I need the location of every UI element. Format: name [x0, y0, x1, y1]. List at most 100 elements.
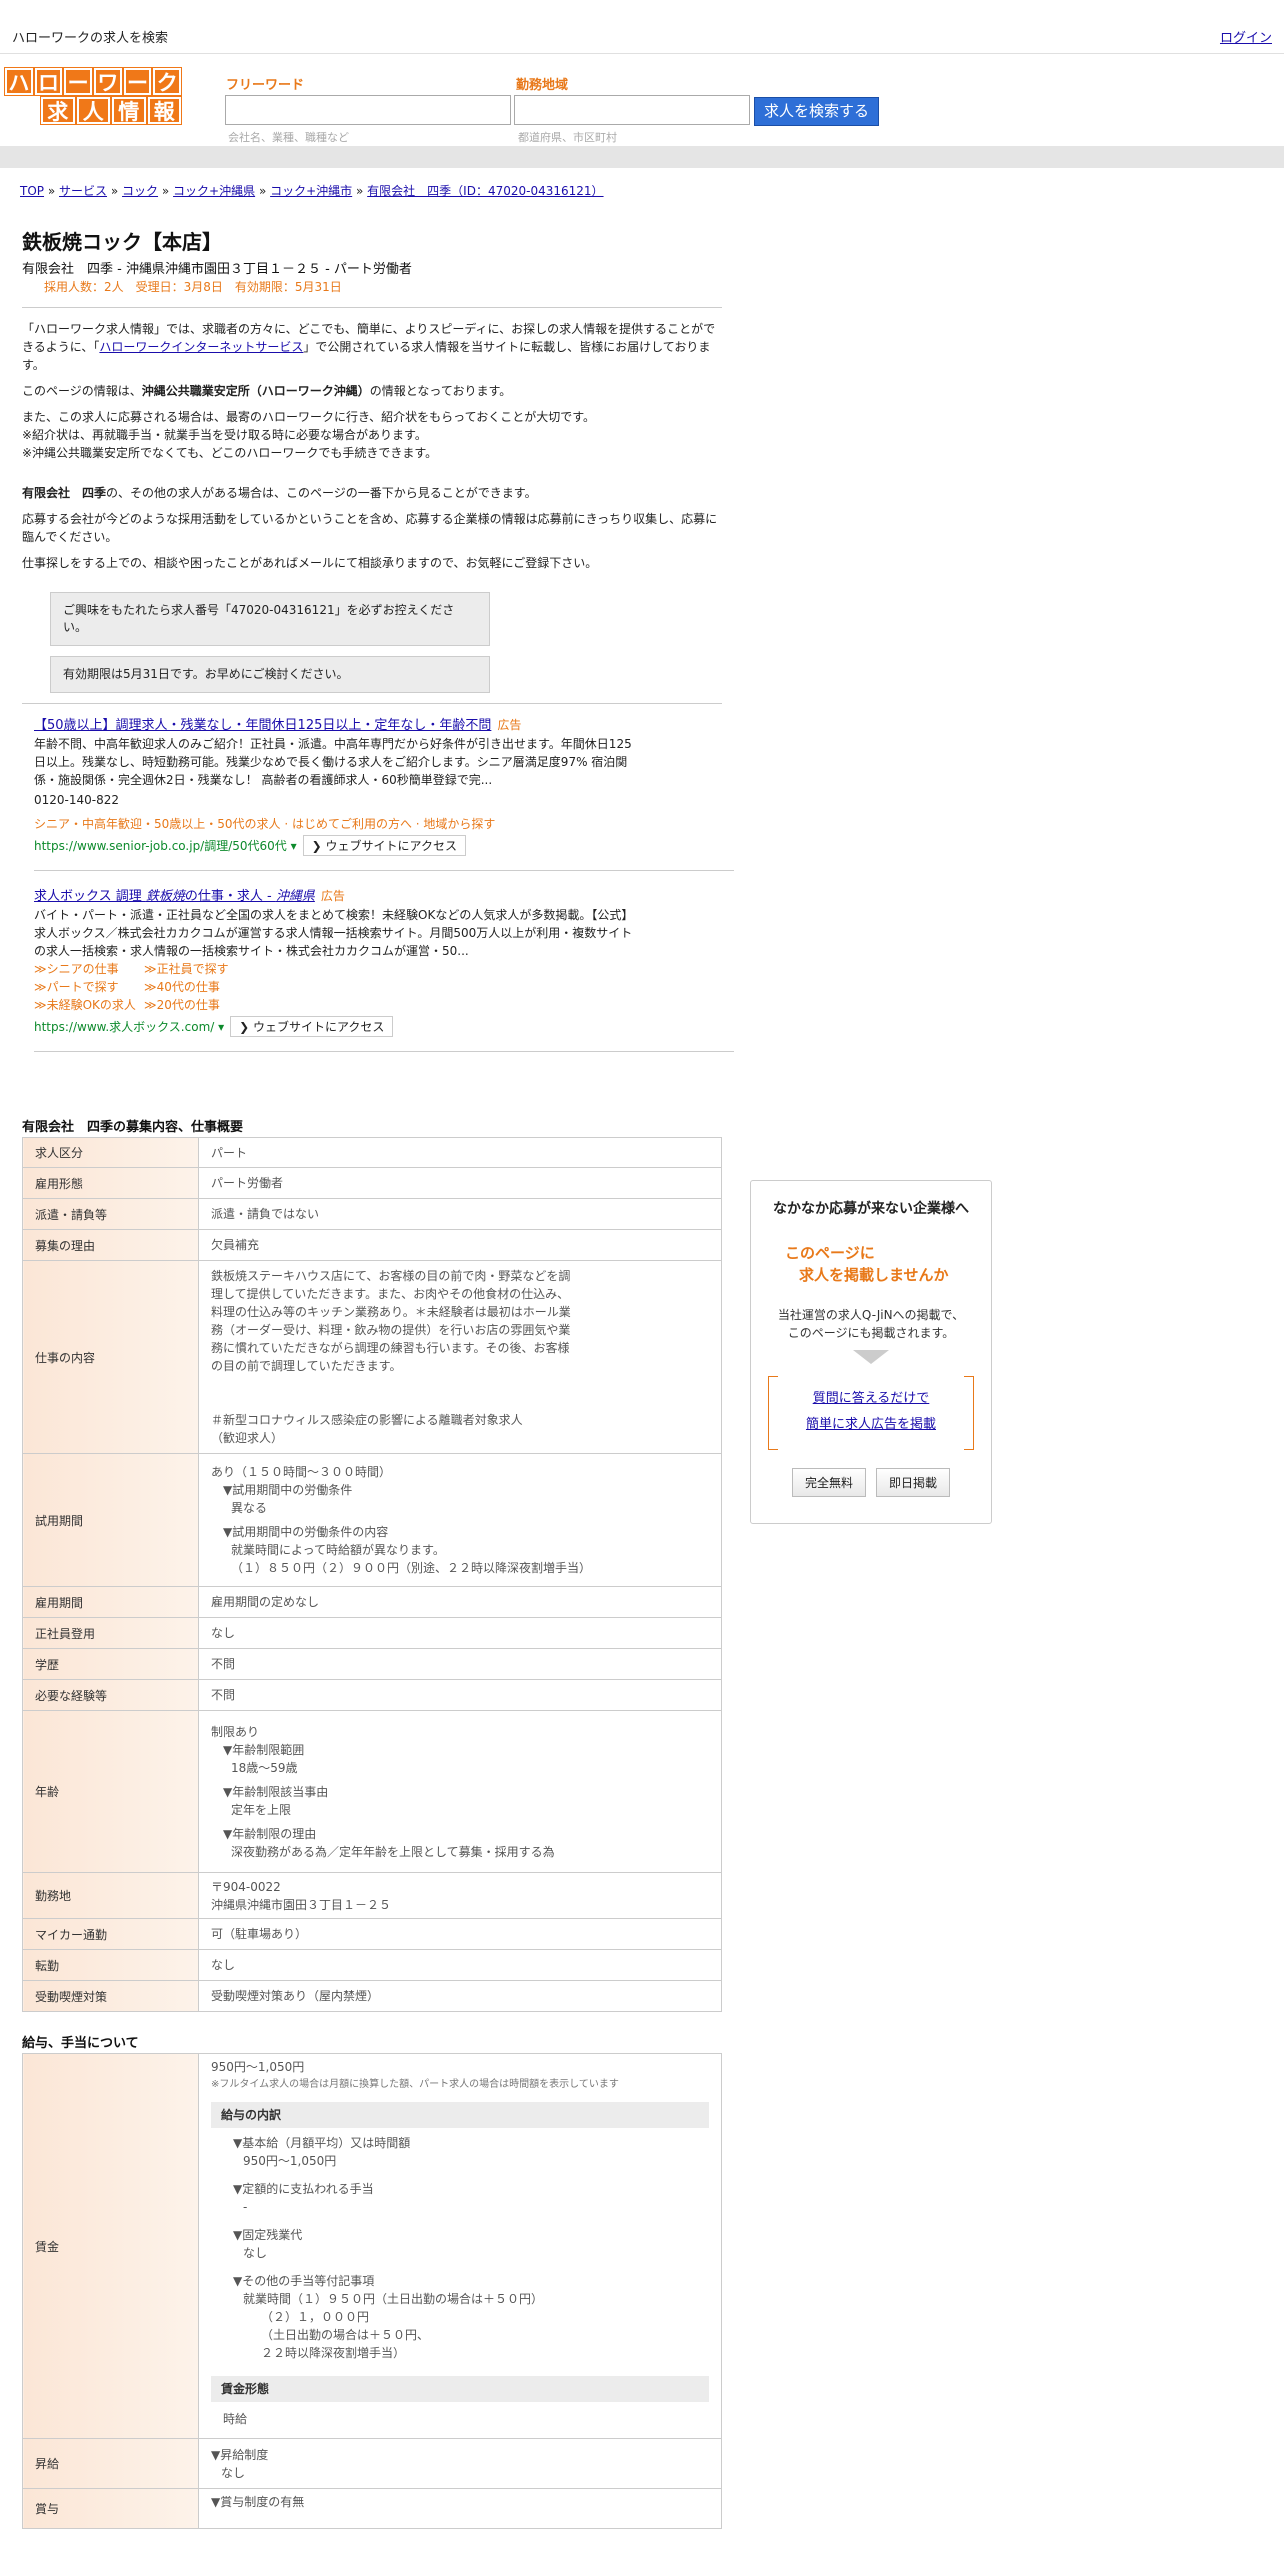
- area-hint: 都道府県、市区町村: [518, 131, 617, 144]
- table-row: 試用期間 あり（１５０時間～３００時間） ▼試用期間中の労働条件 異なる ▼試用…: [22, 1453, 722, 1587]
- job-content: 鉄板焼ステーキハウス店にて、お客様の目の前で肉・野菜などを調 理して提供していただ…: [198, 1260, 722, 1454]
- ad-url[interactable]: https://www.senior-job.co.jp/調理/50代60代: [34, 839, 287, 853]
- freeword-input[interactable]: [225, 95, 511, 125]
- table-row: 仕事の内容 鉄板焼ステーキハウス店にて、お客様の目の前で肉・野菜などを調 理して提…: [22, 1260, 722, 1454]
- row-value: 可（駐車場あり）: [198, 1918, 722, 1950]
- row-label: 必要な経験等: [22, 1679, 199, 1711]
- ad-sitelink[interactable]: ≫20代の仕事: [144, 996, 284, 1014]
- table-row: 転勤 なし: [22, 1949, 722, 1981]
- ad-sitelinks: ≫シニアの仕事 ≫正社員で探す ≫パートで探す ≫40代の仕事 ≫未経験OKの求…: [34, 960, 734, 1014]
- logo-char: ワ: [93, 67, 123, 96]
- ad-title-link[interactable]: 【50歳以上】調理求人・残業なし・年間休日125日以上・定年なし・年齢不問: [34, 718, 491, 733]
- breadcrumb-link[interactable]: コック+沖縄県: [173, 184, 255, 198]
- row-label: 転勤: [22, 1949, 199, 1981]
- chevron-down-icon[interactable]: ▾: [218, 1020, 224, 1034]
- free-badge[interactable]: 完全無料: [791, 1468, 866, 1497]
- logo[interactable]: ハ ロ ー ワ ー ク 求 人 情 報: [4, 67, 183, 126]
- work-location: 〒904-0022 沖縄県沖縄市園田３丁目１－２５: [198, 1872, 722, 1919]
- row-label: 雇用形態: [22, 1167, 199, 1199]
- answer-questions-link[interactable]: 質問に答えるだけで: [769, 1386, 973, 1412]
- row-label: 派遣・請負等: [22, 1198, 199, 1230]
- table-row: 学歴 不問: [22, 1648, 722, 1680]
- row-value: 雇用期間の定めなし: [198, 1586, 722, 1618]
- arrow-down-icon: [853, 1350, 889, 1364]
- row-label: 正社員登用: [22, 1617, 199, 1649]
- search-button[interactable]: 求人を検索する: [754, 97, 879, 126]
- intro-paragraph: 「ハローワーク求人情報」では、求職者の方々に、どこでも、簡単に、よりスピーディに…: [22, 322, 716, 372]
- row-label: 雇用期間: [22, 1586, 199, 1618]
- side-box-catch: このページに 求人を掲載しませんか: [785, 1244, 949, 1284]
- notice-job-number: ご興味をもたれたら求人番号「47020-04316121」を必ずお控えください。: [50, 592, 490, 646]
- side-box-links: 質問に答えるだけで 簡単に求人広告を掲載: [768, 1376, 974, 1450]
- logo-char: ー: [122, 67, 153, 96]
- row-label: 募集の理由: [22, 1229, 199, 1261]
- row-label: マイカー通勤: [22, 1918, 199, 1950]
- post-job-ad-link[interactable]: 簡単に求人広告を掲載: [769, 1412, 973, 1438]
- ad-sitelinks[interactable]: シニア・中高年歓迎・50歳以上・50代の求人 · はじめてご利用の方へ · 地域…: [34, 815, 734, 833]
- site-title: ハローワークの求人を検索: [12, 31, 169, 46]
- logo-char: 情: [111, 96, 147, 125]
- breadcrumb-link[interactable]: コック: [122, 184, 158, 198]
- row-label: 仕事の内容: [22, 1260, 199, 1454]
- side-box-title: なかなか応募が来ない企業様へ: [773, 1201, 969, 1217]
- top-bar: ハローワークの求人を検索 ログイン: [0, 0, 1284, 54]
- ad-sitelink[interactable]: ≫未経験OKの求人: [34, 996, 144, 1014]
- table-row: 派遣・請負等 派遣・請負ではない: [22, 1198, 722, 1230]
- row-label: 受動喫煙対策: [22, 1980, 199, 2012]
- same-day-badge[interactable]: 即日掲載: [876, 1468, 951, 1497]
- header-divider: [0, 146, 1284, 168]
- hellowork-internet-link[interactable]: ハローワークインターネットサービス: [99, 340, 303, 354]
- breadcrumb-link[interactable]: コック+沖縄市: [270, 184, 352, 198]
- logo-char: 求: [40, 96, 76, 125]
- ad-description: 年齢不問、中高年歓迎求人のみご紹介！正社員・派遣。中高年専門だから好条件が引き出…: [34, 737, 632, 787]
- freeword-label: フリーワード: [226, 78, 305, 93]
- table-row: マイカー通勤 可（駐車場あり）: [22, 1918, 722, 1950]
- table-row: 賞与 ▼賞与制度の有無: [22, 2488, 722, 2529]
- job-title: 鉄板焼コック【本店】: [22, 230, 222, 254]
- summary-section-title: 有限会社 四季の募集内容、仕事概要: [22, 1120, 244, 1135]
- row-value: 不問: [198, 1679, 722, 1711]
- row-label: 求人区分: [22, 1137, 199, 1168]
- table-row: 勤務地 〒904-0022 沖縄県沖縄市園田３丁目１－２５: [22, 1872, 722, 1919]
- logo-char: ロ: [33, 67, 64, 96]
- row-label: 試用期間: [22, 1453, 199, 1587]
- table-row: 受動喫煙対策 受動喫煙対策あり（屋内禁煙）: [22, 1980, 722, 2012]
- visit-website-button[interactable]: ❯ ウェブサイトにアクセス: [230, 1016, 394, 1037]
- row-value: 受動喫煙対策あり（屋内禁煙）: [198, 1980, 722, 2012]
- row-label: 賞与: [22, 2488, 199, 2529]
- intro-paragraph: 仕事探しをする上での、相談や困ったことがあればメールにて相談承りますので、お気軽…: [22, 556, 598, 570]
- table-row: 求人区分 パート: [22, 1137, 722, 1168]
- row-value: なし: [198, 1949, 722, 1981]
- breadcrumb-link[interactable]: 有限会社 四季（ID：47020-04316121）: [367, 184, 603, 198]
- ad-sitelink[interactable]: ≫パートで探す: [34, 978, 144, 996]
- ad-block: 【50歳以上】調理求人・残業なし・年間休日125日以上・定年なし・年齢不問 広告 …: [34, 714, 734, 871]
- row-label: 年齢: [22, 1710, 199, 1873]
- trial-period: あり（１５０時間～３００時間） ▼試用期間中の労働条件 異なる ▼試用期間中の労…: [198, 1453, 722, 1587]
- row-value: パート: [198, 1137, 722, 1168]
- visit-website-button[interactable]: ❯ ウェブサイトにアクセス: [302, 835, 466, 856]
- breadcrumb-link[interactable]: TOP: [20, 184, 44, 198]
- ad-phone[interactable]: 0120-140-822: [34, 791, 634, 809]
- row-value: 派遣・請負ではない: [198, 1198, 722, 1230]
- ad-title-link[interactable]: 求人ボックス 調理 鉄板焼の仕事・求人 - 沖縄県: [34, 889, 315, 904]
- table-row: 昇給 ▼昇給制度 なし: [22, 2438, 722, 2489]
- salary-table: 賃金 950円〜1,050円 ※フルタイム求人の場合は月額に換算した額、パート求…: [22, 2053, 722, 2529]
- summary-table: 求人区分 パート 雇用形態 パート労働者 派遣・請負等 派遣・請負ではない 募集の理由…: [22, 1137, 722, 2012]
- ad-sitelink[interactable]: ≫正社員で探す: [144, 960, 284, 978]
- area-input[interactable]: [514, 95, 750, 125]
- row-label: 昇給: [22, 2438, 199, 2489]
- breadcrumb-link[interactable]: サービス: [59, 184, 107, 198]
- ad-sitelink[interactable]: ≫シニアの仕事: [34, 960, 144, 978]
- login-link[interactable]: ログイン: [1220, 27, 1272, 46]
- table-row: 年齢 制限あり ▼年齢制限範囲 18歳～59歳 ▼年齢制限該当事由 定年を上限 …: [22, 1710, 722, 1873]
- row-label: 賃金: [22, 2053, 199, 2439]
- bonus-detail: ▼賞与制度の有無: [198, 2488, 722, 2529]
- ad-tag: 広告: [320, 889, 345, 903]
- raise-detail: ▼昇給制度 なし: [198, 2438, 722, 2489]
- ad-url[interactable]: https://www.求人ボックス.com/: [34, 1020, 214, 1034]
- table-row: 必要な経験等 不問: [22, 1679, 722, 1711]
- row-value: なし: [198, 1617, 722, 1649]
- chevron-down-icon[interactable]: ▾: [291, 839, 297, 853]
- ad-sitelink[interactable]: ≫40代の仕事: [144, 978, 284, 996]
- main-content: 鉄板焼コック【本店】 有限会社 四季 - 沖縄県沖縄市園田３丁目１－２５ - パ…: [22, 226, 734, 2529]
